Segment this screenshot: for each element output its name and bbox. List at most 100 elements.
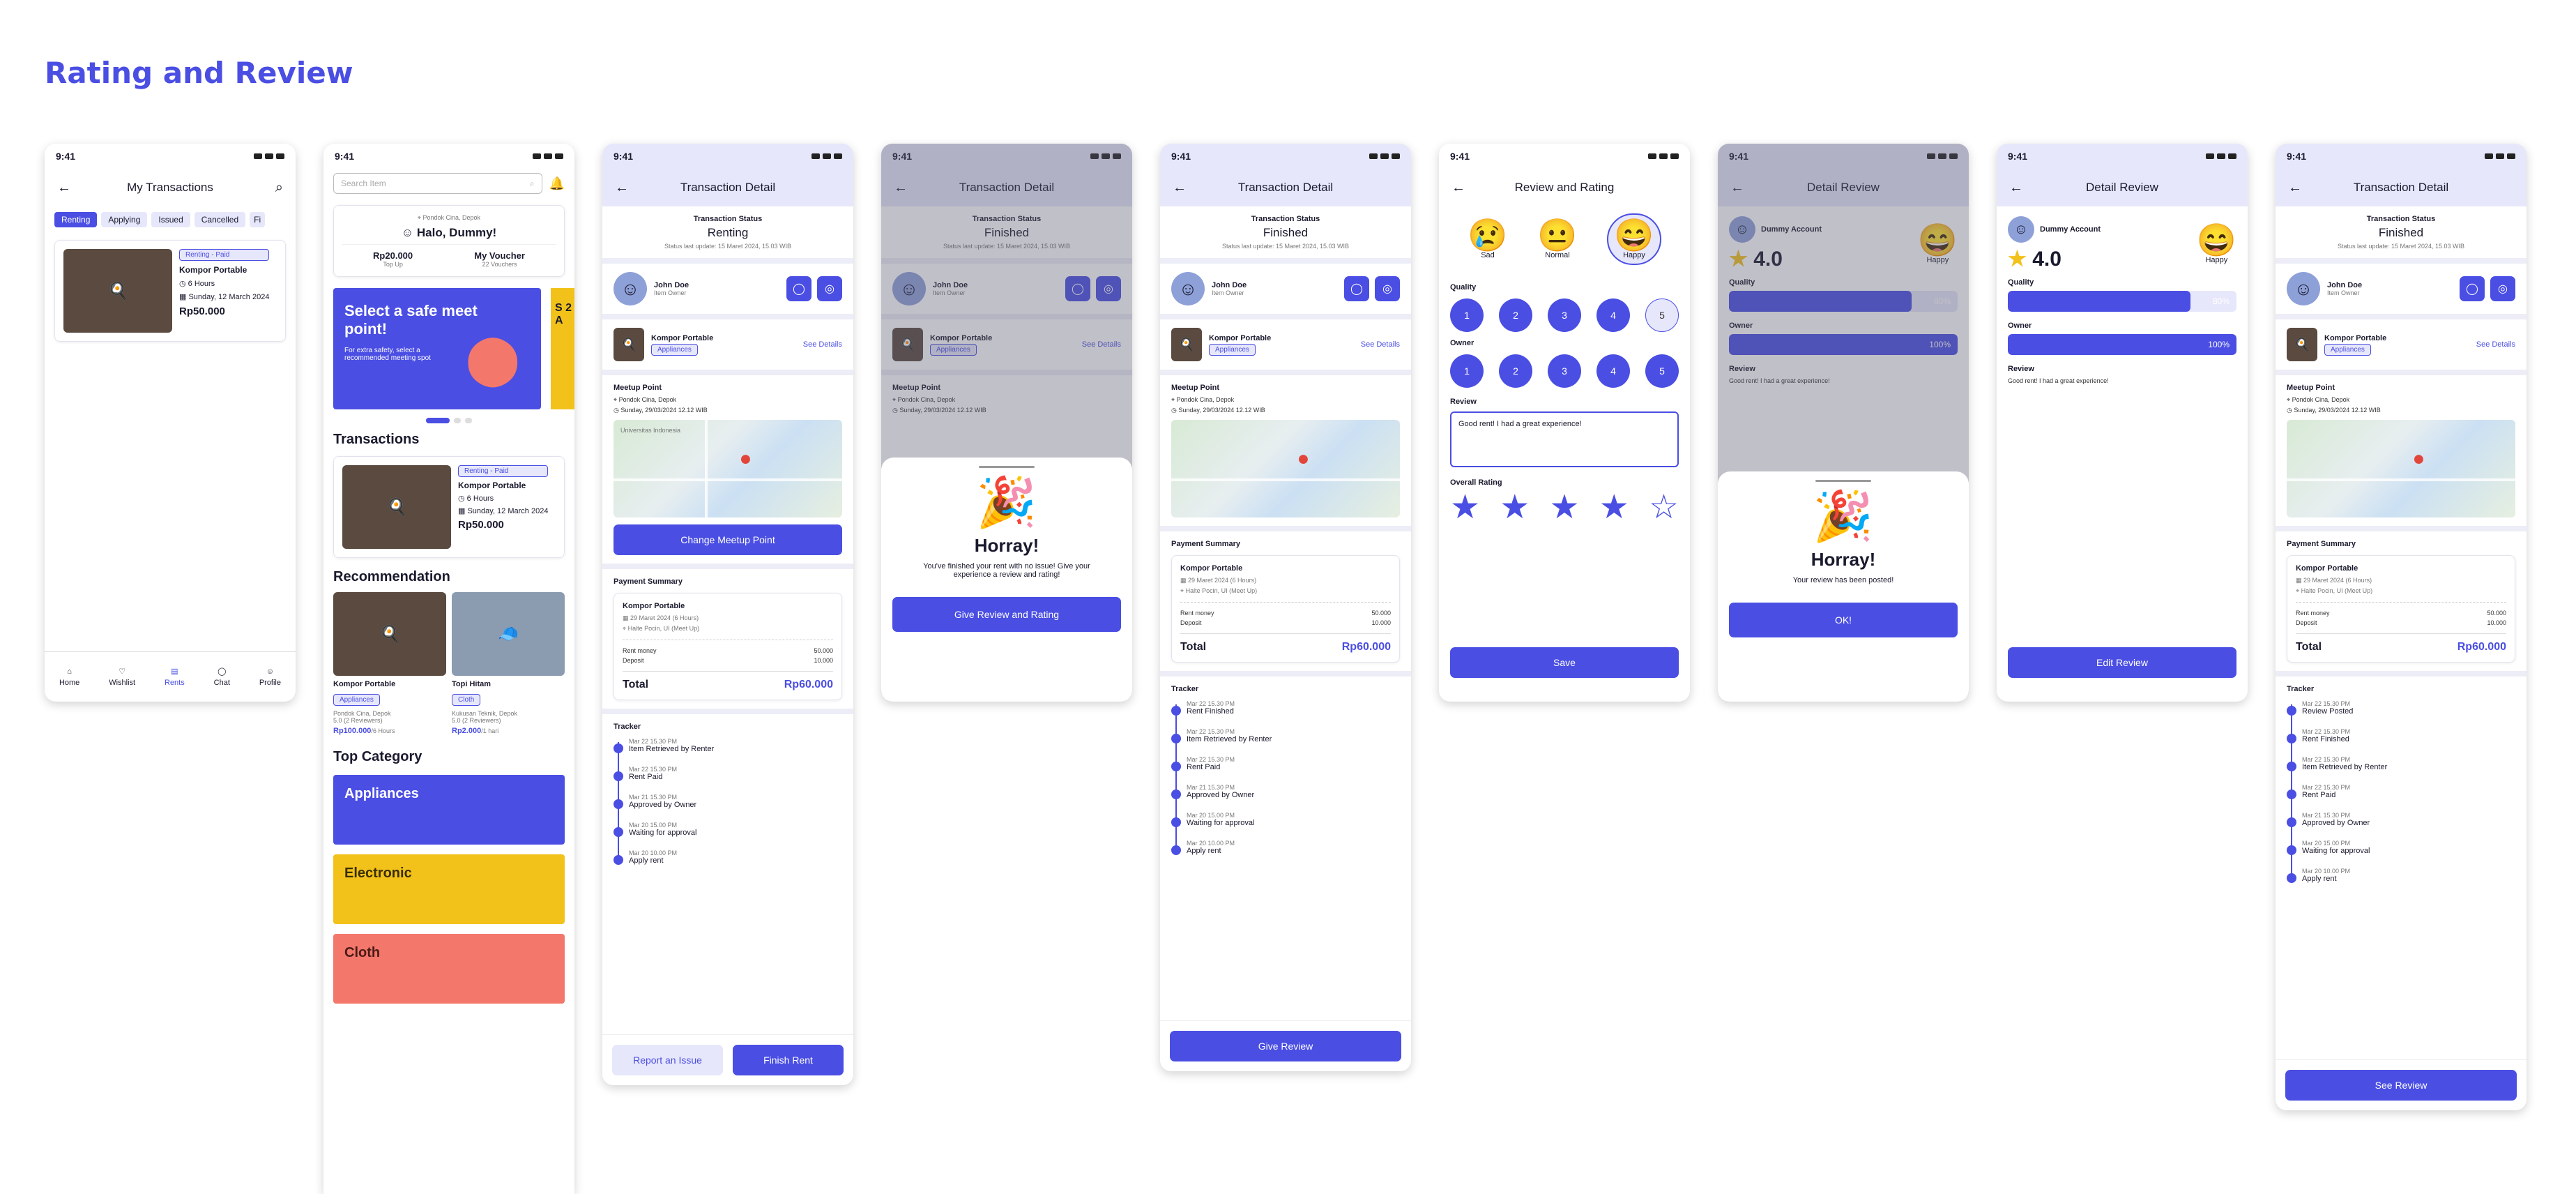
- payment-section: Payment Summary Kompor Portable ▦ 29 Mar…: [602, 564, 853, 709]
- profile-card: ⌖ Pondok Cina, Depok ☺ Halo, Dummy! Rp20…: [333, 205, 565, 277]
- avatar: ☺: [1171, 272, 1205, 305]
- tracker-list: Mar 22 15.30 PM Review Posted Mar 22 15.30…: [2287, 700, 2515, 883]
- transaction-card[interactable]: 🍳 Renting - Paid Kompor Portable ◷ 6 Hou…: [333, 456, 565, 558]
- item-row: 🍳 Kompor Portable Appliances See Details: [602, 314, 853, 370]
- back-arrow-icon[interactable]: ←: [2009, 180, 2023, 196]
- transaction-card[interactable]: 🍳 Renting - Paid Kompor Portable ◷ 6 Hou…: [54, 240, 286, 342]
- screen-detail-review: 9:41 ← Detail Review ☺ Dummy Account ★ 4.0 😄…: [1997, 144, 2248, 702]
- avatar: ☺: [2287, 272, 2320, 305]
- mood-happy[interactable]: 😄 Happy: [1607, 213, 1661, 265]
- overall-stars[interactable]: ★ ★ ★ ★ ☆: [1450, 491, 1679, 524]
- owner-5[interactable]: 5: [1645, 354, 1679, 388]
- heart-icon: ♡: [119, 667, 126, 676]
- back-arrow-icon[interactable]: ←: [615, 180, 629, 196]
- map[interactable]: ●: [2287, 420, 2515, 517]
- owner-row: ☺ John Doe Item Owner ◯ ◎: [602, 258, 853, 314]
- nav-wishlist[interactable]: ♡ Wishlist: [109, 667, 135, 687]
- item-price: Rp50.000: [179, 305, 225, 317]
- save-button[interactable]: Save: [1450, 647, 1679, 678]
- search-icon[interactable]: ⌕: [275, 180, 283, 196]
- camera-icon[interactable]: ◎: [2490, 276, 2515, 301]
- edit-review-button[interactable]: Edit Review: [2008, 647, 2236, 678]
- give-review-button[interactable]: Give Review: [1170, 1031, 1401, 1061]
- star-icon[interactable]: ★: [1549, 491, 1579, 524]
- party-popper-icon: 🎉: [1813, 489, 1874, 543]
- see-details-link[interactable]: See Details: [2476, 340, 2515, 349]
- nav-chat[interactable]: ◯ Chat: [214, 667, 230, 687]
- report-issue-button[interactable]: Report an Issue: [612, 1045, 723, 1075]
- nav-rents[interactable]: ▤ Rents: [165, 667, 185, 687]
- category-appliances[interactable]: Appliances: [333, 775, 565, 845]
- balance[interactable]: Rp20.000 Top Up: [373, 250, 413, 268]
- owner-2[interactable]: 2: [1499, 354, 1532, 388]
- tab-applying[interactable]: Applying: [101, 212, 148, 227]
- tab-issued[interactable]: Issued: [151, 212, 190, 227]
- star-icon[interactable]: ☆: [1649, 491, 1679, 524]
- owner-4[interactable]: 4: [1596, 354, 1630, 388]
- quality-5[interactable]: 5: [1645, 298, 1679, 332]
- star-icon[interactable]: ★: [1450, 491, 1480, 524]
- bell-icon[interactable]: 🔔: [549, 176, 565, 191]
- quality-2[interactable]: 2: [1499, 298, 1532, 332]
- back-arrow-icon[interactable]: ←: [2288, 180, 2302, 196]
- status-value: Renting: [707, 226, 749, 239]
- search-icon: ⌕: [529, 178, 535, 188]
- back-arrow-icon[interactable]: ←: [1451, 180, 1465, 196]
- tracker-item: Mar 20 10.00 PM Apply rent: [2287, 868, 2515, 883]
- category-cloth[interactable]: Cloth: [333, 934, 565, 1004]
- search-input[interactable]: Search Item ⌕: [333, 173, 542, 194]
- ok-button[interactable]: OK!: [1729, 603, 1958, 637]
- item-price: Rp50.000: [458, 519, 504, 531]
- tab-more[interactable]: Fi: [250, 212, 266, 227]
- review-summary: ☺ Dummy Account ★ 4.0 😄 Happy Quality 80% Ow…: [1997, 206, 2248, 394]
- quality-4[interactable]: 4: [1596, 298, 1630, 332]
- tracker-item: Mar 22 15.30 PM Rent Paid: [1171, 756, 1400, 771]
- tab-renting[interactable]: Renting: [54, 212, 98, 227]
- tabs: Renting Applying Issued Cancelled Fi: [45, 206, 296, 233]
- star-icon[interactable]: ★: [1500, 491, 1530, 524]
- posted-sheet: 🎉 Horray! Your review has been posted! O…: [1718, 471, 1969, 702]
- screen-review-rating: 9:41 ← Review and Rating 😢 Sad 😐 Normal 😄 Ha…: [1439, 144, 1690, 702]
- transaction-status: Transaction Status Renting Status last u…: [602, 206, 853, 258]
- give-review-rating-button[interactable]: Give Review and Rating: [892, 597, 1121, 632]
- banner[interactable]: Select a safe meet point! For extra safe…: [333, 288, 541, 409]
- see-review-button[interactable]: See Review: [2285, 1070, 2517, 1101]
- rec-card[interactable]: 🧢 Topi Hitam Cloth Kukusan Teknik, Depok…: [452, 592, 565, 735]
- rec-card[interactable]: 🍳 Kompor Portable Appliances Pondok Cina…: [333, 592, 446, 735]
- map[interactable]: ●: [1171, 420, 1400, 517]
- sad-face-icon: 😢: [1468, 217, 1508, 253]
- item-duration: ◷ 6 Hours: [458, 494, 494, 503]
- nav-profile[interactable]: ☺ Profile: [259, 667, 281, 687]
- nav-home[interactable]: ⌂ Home: [59, 667, 79, 687]
- mood-sad[interactable]: 😢 Sad: [1468, 219, 1507, 259]
- back-arrow-icon[interactable]: ←: [57, 180, 71, 196]
- tracker-item: Mar 20 10.00 PM Apply rent: [1171, 840, 1400, 855]
- chat-icon[interactable]: ◯: [1344, 276, 1369, 301]
- chat-icon[interactable]: ◯: [786, 276, 811, 301]
- item-date: ▦ Sunday, 12 March 2024: [179, 293, 270, 301]
- change-meetup-button[interactable]: Change Meetup Point: [613, 524, 842, 555]
- see-details-link[interactable]: See Details: [803, 340, 842, 349]
- tab-cancelled[interactable]: Cancelled: [194, 212, 246, 227]
- mood-normal[interactable]: 😐 Normal: [1537, 219, 1577, 259]
- camera-icon[interactable]: ◎: [1375, 276, 1400, 301]
- chat-icon[interactable]: ◯: [2460, 276, 2485, 301]
- category-electronic[interactable]: Electronic: [333, 854, 565, 924]
- owner-1[interactable]: 1: [1450, 354, 1484, 388]
- screen-review-posted: 9:41 ← Detail Review ☺ Dummy Account ★ 4.0 😄…: [1718, 144, 1969, 702]
- star-icon[interactable]: ★: [1599, 491, 1629, 524]
- back-arrow-icon[interactable]: ←: [1173, 180, 1187, 196]
- quality-3[interactable]: 3: [1548, 298, 1581, 332]
- camera-icon[interactable]: ◎: [817, 276, 842, 301]
- owner-3[interactable]: 3: [1548, 354, 1581, 388]
- screen-home: 9:41 Search Item ⌕ 🔔 ⌖ Pondok Cina, Depok…: [323, 144, 574, 1194]
- finish-rent-button[interactable]: Finish Rent: [733, 1045, 844, 1075]
- banner-carousel[interactable]: Select a safe meet point! For extra safe…: [333, 288, 574, 409]
- see-details-link[interactable]: See Details: [1361, 340, 1400, 349]
- status-bar: 9:41: [323, 144, 574, 169]
- map[interactable]: Universitas Indonesia ●: [613, 420, 842, 517]
- quality-1[interactable]: 1: [1450, 298, 1484, 332]
- voucher[interactable]: My Voucher 22 Vouchers: [474, 250, 525, 268]
- item-image: 🍳: [333, 592, 446, 676]
- review-textarea[interactable]: Good rent! I had a great experience!: [1450, 411, 1679, 467]
